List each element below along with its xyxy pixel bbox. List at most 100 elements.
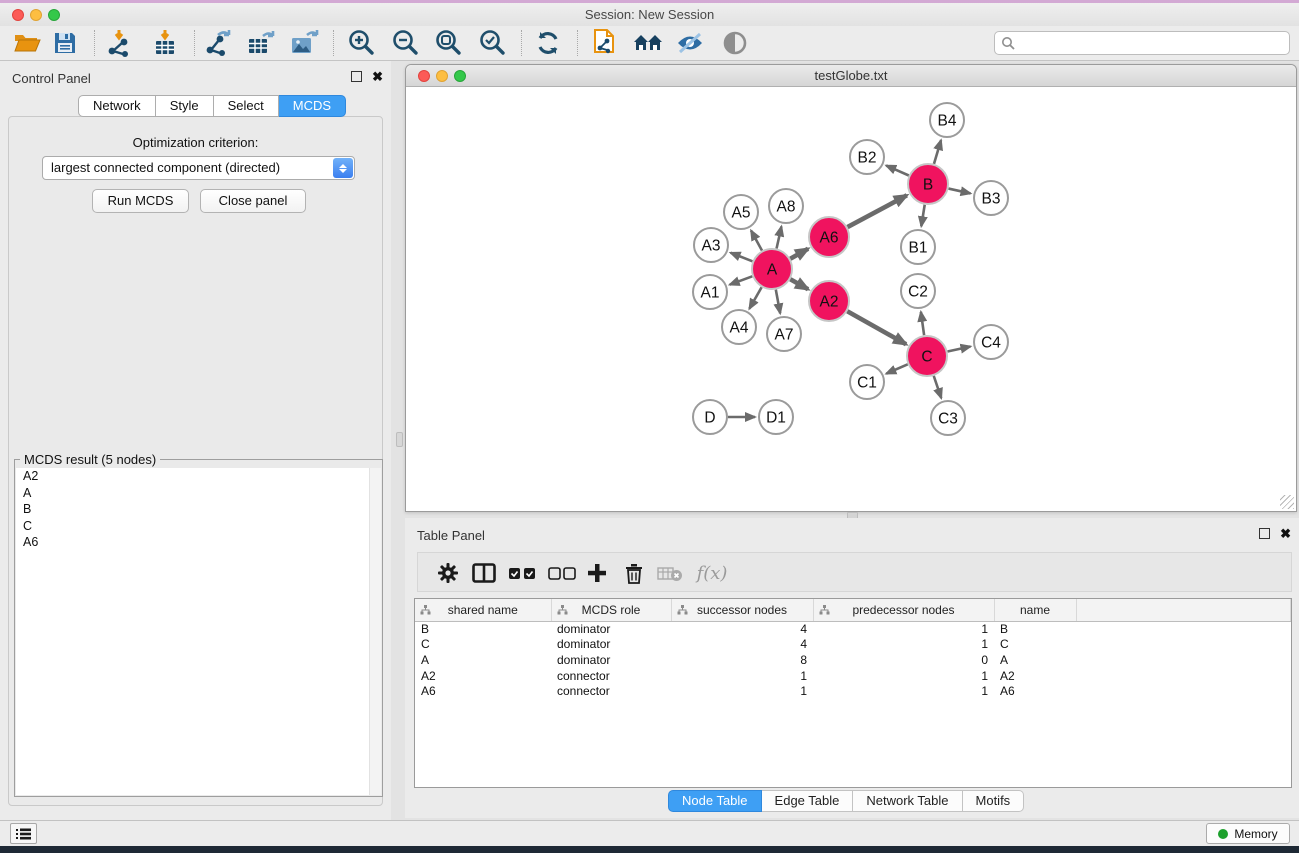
- minimize-window-button[interactable]: [30, 9, 42, 21]
- network-vertical-scroll-thumb[interactable]: [396, 432, 403, 447]
- table-cell[interactable]: [1076, 621, 1291, 637]
- select-all-check-icon[interactable]: [506, 558, 538, 588]
- tab-node-table[interactable]: Node Table: [668, 790, 762, 812]
- table-cell[interactable]: A2: [415, 668, 551, 684]
- network-graph-canvas[interactable]: AA1A2A3A4A5A6A7A8BB1B2B3B4CC1C2C3C4DD1: [406, 87, 1296, 511]
- graph-edge[interactable]: [848, 195, 907, 227]
- import-network-icon[interactable]: [101, 28, 139, 58]
- result-list-item[interactable]: C: [16, 518, 381, 535]
- table-row[interactable]: Bdominator41B: [415, 621, 1291, 637]
- export-network-icon[interactable]: [199, 28, 237, 58]
- table-cell[interactable]: A2: [994, 668, 1076, 684]
- minimize-network-window-button[interactable]: [436, 70, 448, 82]
- table-cell[interactable]: 4: [671, 637, 813, 653]
- table-cell[interactable]: A: [994, 652, 1076, 668]
- table-cell[interactable]: 1: [813, 621, 994, 637]
- close-window-button[interactable]: [12, 9, 24, 21]
- hide-selected-eye-icon[interactable]: [671, 28, 709, 58]
- result-list-item[interactable]: A2: [16, 468, 381, 485]
- graph-edge[interactable]: [749, 287, 761, 308]
- table-cell[interactable]: dominator: [551, 621, 671, 637]
- zoom-in-icon[interactable]: [342, 28, 380, 58]
- show-columns-icon[interactable]: [468, 558, 500, 588]
- import-table-icon[interactable]: [146, 28, 184, 58]
- memory-button[interactable]: Memory: [1206, 823, 1290, 844]
- graph-edge[interactable]: [886, 165, 909, 175]
- table-row[interactable]: Adominator80A: [415, 652, 1291, 668]
- zoom-window-button[interactable]: [48, 9, 60, 21]
- result-scrollbar[interactable]: [369, 468, 381, 795]
- tab-select[interactable]: Select: [214, 95, 279, 117]
- table-cell[interactable]: 1: [813, 637, 994, 653]
- column-header-mcds-role[interactable]: MCDS role: [551, 599, 671, 621]
- table-row[interactable]: A6connector11A6: [415, 683, 1291, 699]
- graph-edge[interactable]: [847, 311, 906, 344]
- window-resize-grip[interactable]: [1280, 495, 1294, 509]
- zoom-out-icon[interactable]: [386, 28, 424, 58]
- table-cell[interactable]: 1: [671, 683, 813, 699]
- table-cell[interactable]: B: [994, 621, 1076, 637]
- criterion-dropdown[interactable]: largest connected component (directed): [42, 156, 355, 180]
- column-header-predecessor-nodes[interactable]: predecessor nodes: [813, 599, 994, 621]
- tab-network[interactable]: Network: [78, 95, 156, 117]
- search-input[interactable]: [994, 31, 1290, 55]
- table-cell[interactable]: 0: [813, 652, 994, 668]
- close-panel-icon[interactable]: ✖: [372, 71, 383, 82]
- mcds-result-list[interactable]: A2ABCA6: [16, 468, 381, 795]
- result-list-item[interactable]: A6: [16, 534, 381, 551]
- column-header-successor-nodes[interactable]: successor nodes: [671, 599, 813, 621]
- delete-table-icon[interactable]: [654, 558, 686, 588]
- show-eye-icon[interactable]: [716, 28, 754, 58]
- table-row[interactable]: A2connector11A2: [415, 668, 1291, 684]
- table-cell[interactable]: 4: [671, 621, 813, 637]
- table-cell[interactable]: dominator: [551, 652, 671, 668]
- graph-edge[interactable]: [948, 189, 970, 194]
- graph-edge[interactable]: [731, 253, 753, 262]
- graph-edge[interactable]: [886, 364, 907, 373]
- tab-style[interactable]: Style: [156, 95, 214, 117]
- table-settings-gear-icon[interactable]: [432, 558, 464, 588]
- zoom-fit-icon[interactable]: [429, 28, 467, 58]
- table-cell[interactable]: [1076, 683, 1291, 699]
- table-cell[interactable]: [1076, 668, 1291, 684]
- task-history-button[interactable]: [10, 823, 37, 844]
- table-cell[interactable]: 1: [813, 683, 994, 699]
- table-cell[interactable]: A6: [415, 683, 551, 699]
- tab-edge-table[interactable]: Edge Table: [762, 790, 854, 812]
- refresh-icon[interactable]: [529, 28, 567, 58]
- deselect-all-icon[interactable]: [546, 558, 578, 588]
- graph-edge[interactable]: [751, 230, 762, 250]
- graph-edge[interactable]: [934, 376, 942, 398]
- table-cell[interactable]: connector: [551, 683, 671, 699]
- tab-motifs[interactable]: Motifs: [963, 790, 1025, 812]
- tab-mcds[interactable]: MCDS: [279, 95, 346, 117]
- graph-edge[interactable]: [921, 205, 924, 227]
- network-view-window[interactable]: testGlobe.txt AA1A2A3A4A5A6A7A8BB1B2B3B4…: [405, 64, 1297, 512]
- float-table-panel-icon[interactable]: [1259, 528, 1270, 539]
- table-cell[interactable]: B: [415, 621, 551, 637]
- graph-edge[interactable]: [790, 279, 808, 289]
- main-titlebar[interactable]: Session: New Session: [0, 3, 1299, 26]
- column-header-name[interactable]: name: [994, 599, 1076, 621]
- run-mcds-button[interactable]: Run MCDS: [92, 189, 189, 213]
- table-cell[interactable]: dominator: [551, 637, 671, 653]
- close-panel-button[interactable]: Close panel: [200, 189, 306, 213]
- table-cell[interactable]: 1: [813, 668, 994, 684]
- tab-network-table[interactable]: Network Table: [853, 790, 962, 812]
- table-row[interactable]: Cdominator41C: [415, 637, 1291, 653]
- table-cell[interactable]: C: [415, 637, 551, 653]
- delete-columns-trash-icon[interactable]: [618, 558, 650, 588]
- column-header-shared-name[interactable]: shared name: [415, 599, 551, 621]
- save-session-icon[interactable]: [46, 28, 84, 58]
- table-cell[interactable]: 1: [671, 668, 813, 684]
- create-column-plus-icon[interactable]: [581, 558, 613, 588]
- table-cell[interactable]: A: [415, 652, 551, 668]
- graph-edge[interactable]: [948, 346, 971, 351]
- graph-edge[interactable]: [921, 312, 924, 335]
- export-table-icon[interactable]: [242, 28, 280, 58]
- clone-network-icon[interactable]: [586, 28, 624, 58]
- home-views-icon[interactable]: [629, 28, 667, 58]
- graph-edge[interactable]: [730, 276, 753, 284]
- graph-edge[interactable]: [777, 226, 782, 248]
- result-list-item[interactable]: A: [16, 485, 381, 502]
